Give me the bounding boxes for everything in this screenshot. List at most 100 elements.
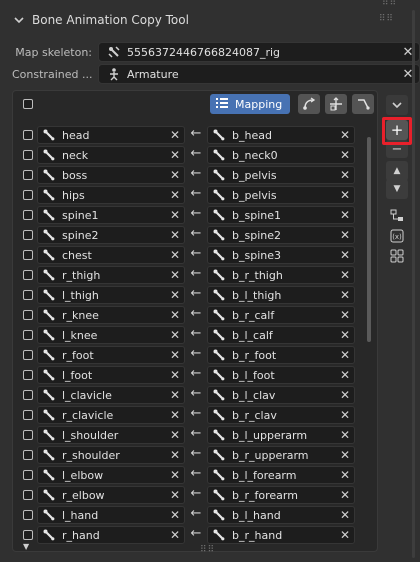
source-bone-field[interactable]: r_thigh ✕ <box>37 266 185 284</box>
target-bone-field[interactable]: b_spine1 ✕ <box>207 206 355 224</box>
clear-source-button[interactable]: ✕ <box>166 328 184 342</box>
clear-target-button[interactable]: ✕ <box>336 488 354 502</box>
clear-target-button[interactable]: ✕ <box>336 368 354 382</box>
map-skeleton-field[interactable]: 5556372446766824087_rig ✕ <box>98 42 420 62</box>
list-expand-icon[interactable]: ▼ <box>23 542 29 551</box>
row-checkbox[interactable] <box>23 230 33 240</box>
clear-target-button[interactable]: ✕ <box>336 428 354 442</box>
clear-source-button[interactable]: ✕ <box>166 448 184 462</box>
clear-source-button[interactable]: ✕ <box>166 248 184 262</box>
source-bone-field[interactable]: l_shoulder ✕ <box>37 426 185 444</box>
pose-tool-button[interactable] <box>298 94 320 114</box>
clear-target-button[interactable]: ✕ <box>336 508 354 522</box>
clear-target-button[interactable]: ✕ <box>336 408 354 422</box>
target-bone-field[interactable]: b_spine2 ✕ <box>207 226 355 244</box>
target-bone-field[interactable]: b_l_calf ✕ <box>207 326 355 344</box>
clear-target-button[interactable]: ✕ <box>336 248 354 262</box>
constrained-field[interactable]: Armature ✕ <box>98 64 420 84</box>
clear-target-button[interactable]: ✕ <box>336 188 354 202</box>
clear-source-button[interactable]: ✕ <box>166 468 184 482</box>
source-bone-field[interactable]: l_knee ✕ <box>37 326 185 344</box>
row-checkbox[interactable] <box>23 430 33 440</box>
clear-target-button[interactable]: ✕ <box>336 168 354 182</box>
clear-constrained-button[interactable]: ✕ <box>397 67 419 82</box>
clear-source-button[interactable]: ✕ <box>166 168 184 182</box>
target-bone-field[interactable]: b_r_calf ✕ <box>207 306 355 324</box>
clear-source-button[interactable]: ✕ <box>166 368 184 382</box>
clear-target-button[interactable]: ✕ <box>336 448 354 462</box>
source-bone-field[interactable]: r_foot ✕ <box>37 346 185 364</box>
source-bone-field[interactable]: l_clavicle ✕ <box>37 386 185 404</box>
clear-map-skeleton-button[interactable]: ✕ <box>397 45 419 60</box>
clear-source-button[interactable]: ✕ <box>166 228 184 242</box>
target-bone-field[interactable]: b_l_thigh ✕ <box>207 286 355 304</box>
target-bone-field[interactable]: b_r_foot ✕ <box>207 346 355 364</box>
clear-source-button[interactable]: ✕ <box>166 128 184 142</box>
source-bone-field[interactable]: r_knee ✕ <box>37 306 185 324</box>
source-bone-field[interactable]: hips ✕ <box>37 186 185 204</box>
source-bone-field[interactable]: l_elbow ✕ <box>37 466 185 484</box>
clear-target-button[interactable]: ✕ <box>336 388 354 402</box>
link-bones-button[interactable] <box>386 246 408 266</box>
clear-target-button[interactable]: ✕ <box>336 268 354 282</box>
clear-target-button[interactable]: ✕ <box>336 328 354 342</box>
target-bone-field[interactable]: b_r_thigh ✕ <box>207 266 355 284</box>
row-checkbox[interactable] <box>23 450 33 460</box>
move-down-button[interactable]: ▼ <box>386 179 408 199</box>
panel-drag-handle[interactable]: ⠿⠿ <box>382 0 397 8</box>
row-checkbox[interactable] <box>23 130 33 140</box>
clear-target-button[interactable]: ✕ <box>336 348 354 362</box>
source-bone-field[interactable]: neck ✕ <box>37 146 185 164</box>
clear-source-button[interactable]: ✕ <box>166 488 184 502</box>
target-bone-field[interactable]: b_l_forearm ✕ <box>207 466 355 484</box>
source-bone-field[interactable]: head ✕ <box>37 126 185 144</box>
target-bone-field[interactable]: b_pelvis ✕ <box>207 186 355 204</box>
row-checkbox[interactable] <box>23 530 33 540</box>
source-bone-field[interactable]: r_clavicle ✕ <box>37 406 185 424</box>
row-checkbox[interactable] <box>23 210 33 220</box>
source-bone-field[interactable]: l_foot ✕ <box>37 366 185 384</box>
source-bone-field[interactable]: spine2 ✕ <box>37 226 185 244</box>
copy-hierarchy-button[interactable] <box>386 206 408 226</box>
target-bone-field[interactable]: b_pelvis ✕ <box>207 166 355 184</box>
list-menu-button[interactable] <box>386 95 408 115</box>
clear-target-button[interactable]: ✕ <box>336 528 354 542</box>
source-bone-field[interactable]: l_thigh ✕ <box>37 286 185 304</box>
clear-source-button[interactable]: ✕ <box>166 528 184 542</box>
mapping-toggle-button[interactable]: Mapping <box>210 94 290 114</box>
clear-target-button[interactable]: ✕ <box>336 128 354 142</box>
clear-source-button[interactable]: ✕ <box>166 308 184 322</box>
transform-tool-button[interactable] <box>325 94 347 114</box>
clear-source-button[interactable]: ✕ <box>166 268 184 282</box>
target-bone-field[interactable]: b_r_hand ✕ <box>207 526 355 544</box>
source-bone-field[interactable]: r_shoulder ✕ <box>37 446 185 464</box>
driver-button[interactable]: (x) <box>386 226 408 246</box>
row-checkbox[interactable] <box>23 310 33 320</box>
source-bone-field[interactable]: r_elbow ✕ <box>37 486 185 504</box>
row-checkbox[interactable] <box>23 470 33 480</box>
row-checkbox[interactable] <box>23 510 33 520</box>
target-bone-field[interactable]: b_spine3 ✕ <box>207 246 355 264</box>
clear-source-button[interactable]: ✕ <box>166 188 184 202</box>
clear-source-button[interactable]: ✕ <box>166 428 184 442</box>
clear-target-button[interactable]: ✕ <box>336 148 354 162</box>
clear-target-button[interactable]: ✕ <box>336 288 354 302</box>
clear-source-button[interactable]: ✕ <box>166 348 184 362</box>
list-resize-handle[interactable]: ⠿⠿ <box>200 545 215 555</box>
clear-source-button[interactable]: ✕ <box>166 148 184 162</box>
row-checkbox[interactable] <box>23 390 33 400</box>
row-checkbox[interactable] <box>23 410 33 420</box>
row-checkbox[interactable] <box>23 190 33 200</box>
source-bone-field[interactable]: boss ✕ <box>37 166 185 184</box>
source-bone-field[interactable]: l_hand ✕ <box>37 506 185 524</box>
header-drag-handle[interactable]: ⠿⠿ <box>379 14 394 24</box>
source-bone-field[interactable]: spine1 ✕ <box>37 206 185 224</box>
row-checkbox[interactable] <box>23 350 33 360</box>
clear-target-button[interactable]: ✕ <box>336 228 354 242</box>
target-bone-field[interactable]: b_r_clav ✕ <box>207 406 355 424</box>
row-checkbox[interactable] <box>23 150 33 160</box>
target-bone-field[interactable]: b_l_upperarm ✕ <box>207 426 355 444</box>
row-checkbox[interactable] <box>23 170 33 180</box>
target-bone-field[interactable]: b_r_upperarm ✕ <box>207 446 355 464</box>
move-up-button[interactable]: ▲ <box>386 161 408 181</box>
